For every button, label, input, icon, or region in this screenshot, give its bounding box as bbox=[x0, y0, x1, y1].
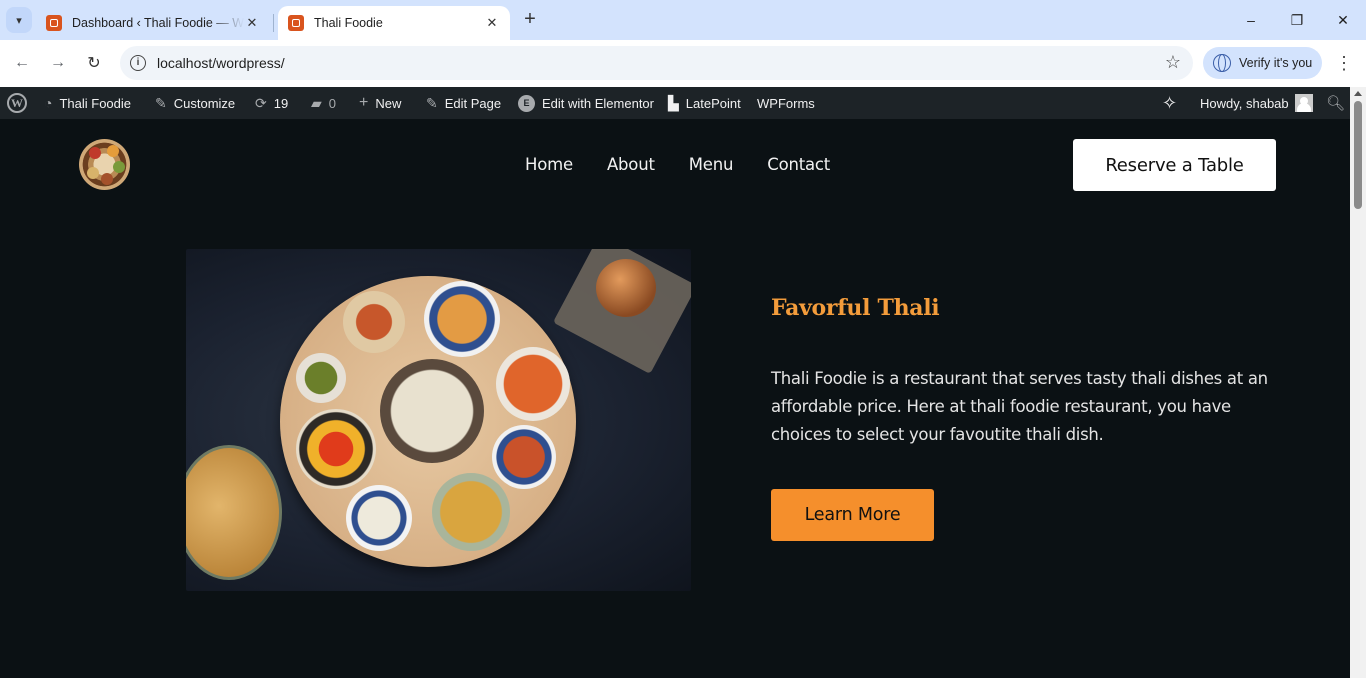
thali-food-image bbox=[186, 249, 691, 591]
wordpress-favicon-icon bbox=[288, 15, 304, 31]
bowl-graphic bbox=[432, 473, 510, 551]
site-page: Home About Menu Contact Reserve a Table … bbox=[0, 119, 1350, 678]
back-button[interactable]: ← bbox=[10, 51, 34, 75]
comment-bubble-icon: ▰ bbox=[311, 94, 322, 111]
section-title: Favorful Thali bbox=[771, 295, 940, 321]
howdy-label: Howdy, shabab bbox=[1200, 95, 1289, 111]
edit-page-label: Edit Page bbox=[444, 95, 502, 111]
nav-about-link[interactable]: About bbox=[607, 155, 655, 174]
tab-divider bbox=[273, 14, 274, 32]
tab-dashboard[interactable]: Dashboard ‹ Thali Foodie — WordPress ✕ bbox=[36, 6, 270, 40]
bowl-graphic bbox=[346, 485, 412, 551]
comments-link[interactable]: ▰ 0 bbox=[311, 87, 336, 119]
wp-logo-menu[interactable]: W bbox=[7, 87, 27, 119]
pencil-icon: ✎ bbox=[426, 94, 438, 111]
reload-button[interactable]: ↻ bbox=[82, 51, 106, 75]
bowl-graphic bbox=[424, 281, 500, 357]
close-window-button[interactable]: ✕ bbox=[1320, 0, 1366, 40]
latepoint-label: LatePoint bbox=[685, 95, 741, 111]
bowl-graphic bbox=[496, 347, 570, 421]
restore-button[interactable]: ❐ bbox=[1274, 0, 1320, 40]
admin-search-button[interactable]: 🔍︎ bbox=[1326, 87, 1345, 119]
dashboard-gauge-icon: ◔ bbox=[44, 95, 53, 111]
bowl-graphic bbox=[492, 425, 556, 489]
bowl-graphic bbox=[296, 353, 346, 403]
tab-title: Dashboard ‹ Thali Foodie — WordPress bbox=[72, 16, 244, 30]
page-scrollbar[interactable] bbox=[1350, 87, 1366, 678]
nav-contact-link[interactable]: Contact bbox=[767, 155, 830, 174]
globe-icon bbox=[1213, 54, 1231, 72]
close-icon[interactable]: ✕ bbox=[244, 15, 260, 31]
browser-menu-icon[interactable]: ⋮ bbox=[1334, 52, 1354, 74]
main-navigation: Home About Menu Contact bbox=[525, 155, 830, 174]
bowl-graphic bbox=[343, 291, 405, 353]
reserve-table-button[interactable]: Reserve a Table bbox=[1073, 139, 1276, 191]
browser-toolbar: ← → ↻ i localhost/wordpress/ ☆ Verify it… bbox=[0, 40, 1366, 87]
edit-elementor-link[interactable]: E Edit with Elementor bbox=[518, 87, 654, 119]
tab-thali-foodie[interactable]: Thali Foodie ✕ bbox=[278, 6, 510, 40]
edit-page-link[interactable]: ✎ Edit Page bbox=[426, 87, 501, 119]
tab-title: Thali Foodie bbox=[314, 16, 383, 30]
wpforms-link[interactable]: WPForms bbox=[757, 87, 815, 119]
section-description: Thali Foodie is a restaurant that serves… bbox=[771, 369, 1268, 444]
wp-admin-bar: W ◔ Thali Foodie ✎ Customize ⟳ 19 ▰ 0 + … bbox=[0, 87, 1366, 119]
customize-label: Customize bbox=[173, 95, 236, 111]
site-name-label: Thali Foodie bbox=[59, 95, 132, 111]
elementor-icon: E bbox=[518, 94, 535, 112]
bookmark-star-icon[interactable]: ☆ bbox=[1165, 52, 1181, 73]
edit-elementor-label: Edit with Elementor bbox=[542, 95, 654, 111]
updates-icon: ⟳ bbox=[255, 94, 267, 111]
ai-assistant-button[interactable]: ✧ bbox=[1162, 87, 1177, 119]
updates-count: 19 bbox=[273, 95, 289, 111]
customize-link[interactable]: ✎ Customize bbox=[155, 87, 235, 119]
arrow-left-icon: ← bbox=[14, 54, 30, 71]
wordpress-logo-icon: W bbox=[7, 93, 27, 113]
updates-link[interactable]: ⟳ 19 bbox=[255, 87, 288, 119]
latepoint-icon: ▙ bbox=[668, 94, 679, 111]
forward-button[interactable]: → bbox=[46, 51, 70, 75]
wpforms-label: WPForms bbox=[757, 95, 815, 111]
roti-plate-graphic bbox=[186, 445, 282, 580]
copper-teapot-graphic bbox=[596, 259, 656, 317]
tab-search-button[interactable]: ▾ bbox=[6, 7, 32, 33]
site-info-icon[interactable]: i bbox=[130, 55, 146, 71]
bowl-graphic bbox=[296, 409, 376, 489]
verify-profile-button[interactable]: Verify it's you bbox=[1203, 47, 1322, 79]
reload-icon: ↻ bbox=[87, 55, 101, 72]
chevron-down-icon: ▾ bbox=[16, 14, 22, 27]
new-tab-button[interactable]: + bbox=[518, 8, 542, 32]
wordpress-favicon-icon bbox=[46, 15, 62, 31]
site-logo[interactable] bbox=[79, 139, 130, 190]
my-account-menu[interactable]: Howdy, shabab bbox=[1200, 87, 1313, 119]
new-content-menu[interactable]: + New bbox=[359, 87, 401, 119]
url-text[interactable]: localhost/wordpress/ bbox=[157, 55, 285, 71]
latepoint-link[interactable]: ▙ LatePoint bbox=[668, 87, 741, 119]
search-icon: 🔍︎ bbox=[1326, 95, 1346, 112]
verify-label: Verify it's you bbox=[1239, 56, 1313, 70]
nav-home-link[interactable]: Home bbox=[525, 155, 573, 174]
avatar bbox=[1294, 94, 1313, 112]
close-icon[interactable]: ✕ bbox=[484, 15, 500, 31]
bowl-graphic bbox=[380, 359, 484, 463]
comments-count: 0 bbox=[328, 95, 337, 111]
site-name-menu[interactable]: ◔ Thali Foodie bbox=[44, 87, 131, 119]
scroll-up-arrow-icon[interactable] bbox=[1354, 91, 1362, 96]
new-label: New bbox=[375, 95, 402, 111]
nav-menu-link[interactable]: Menu bbox=[689, 155, 734, 174]
learn-more-button[interactable]: Learn More bbox=[771, 489, 934, 541]
paintbrush-icon: ✎ bbox=[155, 94, 167, 111]
arrow-right-icon: → bbox=[50, 54, 66, 71]
plus-icon: + bbox=[359, 94, 369, 111]
minimize-button[interactable]: – bbox=[1228, 0, 1274, 40]
scrollbar-thumb[interactable] bbox=[1354, 101, 1362, 209]
address-bar[interactable]: i localhost/wordpress/ ☆ bbox=[120, 46, 1193, 80]
sparkle-icon: ✧ bbox=[1162, 92, 1178, 113]
browser-tab-strip: ▾ Dashboard ‹ Thali Foodie — WordPress ✕… bbox=[0, 0, 1366, 40]
